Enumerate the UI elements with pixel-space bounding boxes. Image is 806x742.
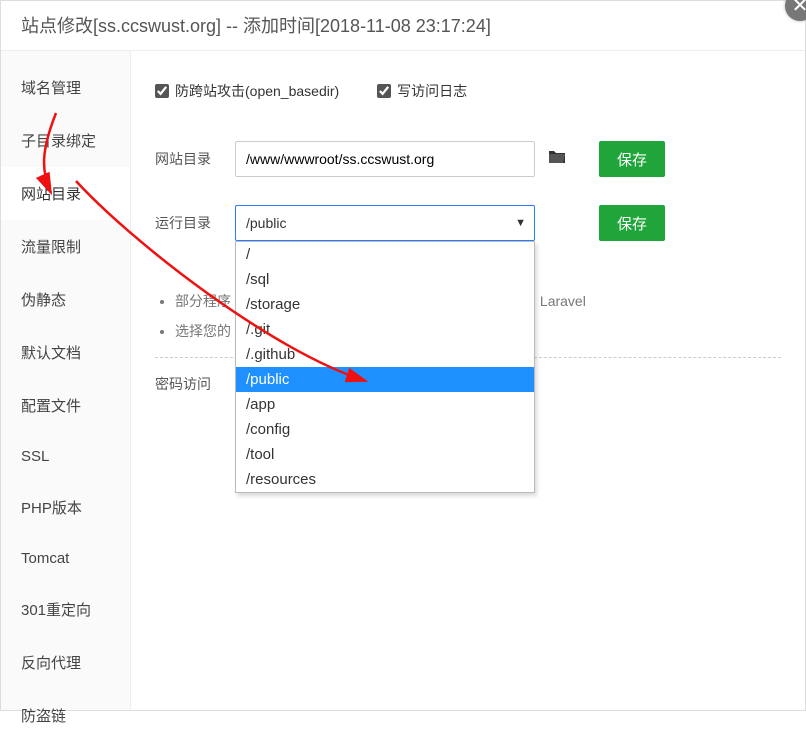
open-basedir-checkbox-label[interactable]: 防跨站攻击(open_basedir) [155,81,339,101]
dropdown-option[interactable]: /storage [236,292,534,317]
run-dir-selected-value: /public [246,215,286,231]
sidebar-item-label: 流量限制 [21,239,81,256]
sidebar-item-label: 防盗链 [21,708,66,725]
sidebar-item-ssl[interactable]: SSL [1,432,130,481]
open-basedir-checkbox[interactable] [155,84,169,98]
content-panel: 防跨站攻击(open_basedir) 写访问日志 网站目录 保存 运行目录 [131,51,805,710]
sidebar-item-default-doc[interactable]: 默认文档 [1,326,130,379]
sidebar-item-label: 网站目录 [21,186,81,203]
dropdown-option[interactable]: /app [236,392,534,417]
sidebar-item-301[interactable]: 301重定向 [1,583,130,636]
sidebar-item-label: 反向代理 [21,655,81,672]
run-dir-select[interactable]: /public [235,205,535,241]
sidebar-item-label: 伪静态 [21,292,66,309]
run-dir-dropdown: / /sql /storage /.git /.github /public /… [235,241,535,493]
sidebar-item-proxy[interactable]: 反向代理 [1,636,130,689]
sidebar-item-php[interactable]: PHP版本 [1,481,130,534]
sidebar-item-label: PHP版本 [21,500,82,517]
sidebar-item-traffic[interactable]: 流量限制 [1,220,130,273]
dropdown-option[interactable]: /public [236,367,534,392]
sidebar-item-site-dir[interactable]: 网站目录 [1,167,130,220]
sidebar-item-label: 默认文档 [21,345,81,362]
site-dir-label: 网站目录 [155,149,225,169]
sidebar-item-domain[interactable]: 域名管理 [1,61,130,114]
sidebar-item-label: SSL [21,448,49,465]
sidebar-item-label: Tomcat [21,550,69,567]
dropdown-option[interactable]: /.github [236,342,534,367]
dropdown-option[interactable]: /tool [236,442,534,467]
sidebar: 域名管理 子目录绑定 网站目录 流量限制 伪静态 默认文档 配置文件 SSL P… [1,51,131,710]
sidebar-item-tomcat[interactable]: Tomcat [1,534,130,583]
access-log-checkbox[interactable] [377,84,391,98]
run-dir-save-button[interactable]: 保存 [599,205,665,241]
access-log-checkbox-label[interactable]: 写访问日志 [377,81,467,101]
sidebar-item-subdir[interactable]: 子目录绑定 [1,114,130,167]
open-basedir-text: 防跨站攻击(open_basedir) [175,81,339,101]
sidebar-item-config[interactable]: 配置文件 [1,379,130,432]
dropdown-option[interactable]: / [236,242,534,267]
dropdown-option[interactable]: /sql [236,267,534,292]
dropdown-option[interactable]: /resources [236,467,534,492]
dropdown-option[interactable]: /.git [236,317,534,342]
access-log-text: 写访问日志 [397,81,467,101]
modal-title: 站点修改[ss.ccswust.org] -- 添加时间[2018-11-08 … [1,1,805,51]
dropdown-option[interactable]: /config [236,417,534,442]
sidebar-item-label: 配置文件 [21,398,81,415]
sidebar-item-rewrite[interactable]: 伪静态 [1,273,130,326]
sidebar-item-hotlink[interactable]: 防盗链 [1,689,130,742]
folder-icon[interactable] [545,149,569,170]
site-dir-input[interactable] [235,141,535,177]
site-dir-save-button[interactable]: 保存 [599,141,665,177]
sidebar-item-label: 子目录绑定 [21,133,96,150]
sidebar-item-label: 301重定向 [21,602,91,619]
run-dir-label: 运行目录 [155,213,225,233]
sidebar-item-label: 域名管理 [21,80,81,97]
